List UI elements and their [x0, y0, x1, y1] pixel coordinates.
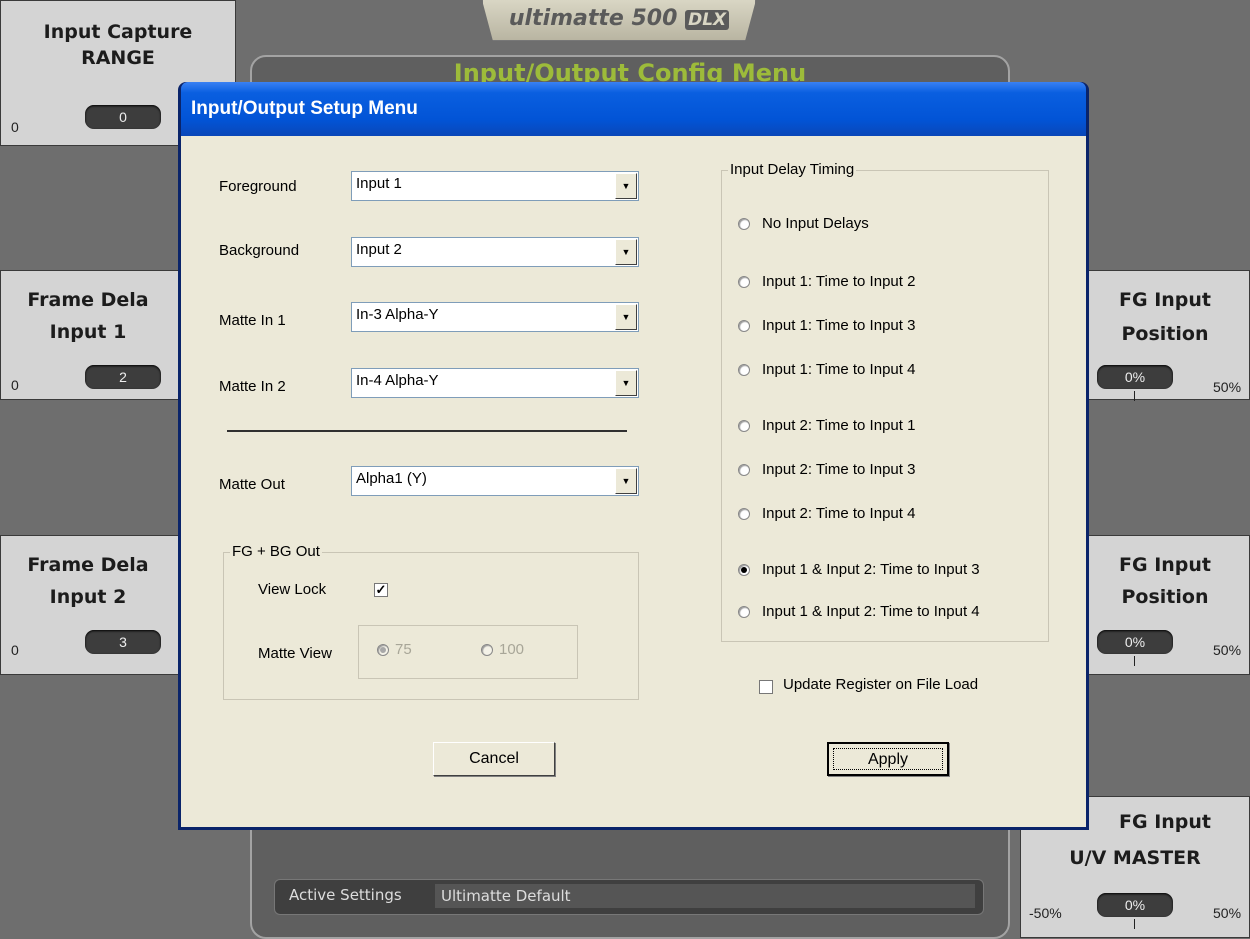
matte-in-2-label: Matte In 2: [219, 378, 286, 395]
brand-logo: ultimatte 500 DLX: [482, 0, 756, 41]
timing-option-radio[interactable]: [738, 420, 750, 432]
cancel-button[interactable]: Cancel: [433, 742, 555, 776]
timing-option-label: Input 2: Time to Input 3: [762, 461, 916, 478]
timing-option-label: Input 1: Time to Input 4: [762, 361, 916, 378]
timing-option-radio[interactable]: [738, 218, 750, 230]
foreground-value: Input 1: [356, 175, 402, 192]
active-settings-value[interactable]: Ultimatte Default: [435, 884, 975, 908]
matte-in-2-value: In-4 Alpha-Y: [356, 372, 439, 389]
position-max-label: 50%: [1213, 379, 1242, 395]
timing-option-radio[interactable]: [738, 276, 750, 288]
chevron-down-icon[interactable]: ▼: [615, 239, 637, 265]
io-setup-dialog: Input/Output Setup Menu Foreground Input…: [178, 82, 1089, 830]
apply-button-label: Apply: [833, 748, 943, 770]
matte-out-select[interactable]: Alpha1 (Y) ▼: [351, 466, 639, 496]
matte-view-100-radio[interactable]: [481, 644, 493, 656]
chevron-down-icon[interactable]: ▼: [615, 173, 637, 199]
timing-option-radio[interactable]: [738, 564, 750, 576]
delay-value-knob[interactable]: 2: [85, 365, 161, 389]
panel-subtitle: Position: [1121, 323, 1209, 345]
timing-option-label: Input 1 & Input 2: Time to Input 4: [762, 603, 980, 620]
chevron-down-icon[interactable]: ▼: [615, 370, 637, 396]
fg-bg-out-group: FG + BG Out View Lock ✓ Matte View 75 10…: [223, 543, 639, 700]
panel-title: FG Input: [1119, 811, 1211, 833]
uv-max-label: 50%: [1213, 905, 1242, 921]
panel-subtitle: RANGE: [81, 47, 155, 69]
view-lock-label: View Lock: [258, 581, 327, 598]
matte-view-75-label: 75: [395, 641, 412, 658]
foreground-label: Foreground: [219, 178, 297, 195]
uv-min-label: -50%: [1029, 905, 1062, 921]
range-min-label: 0: [11, 119, 19, 135]
foreground-select[interactable]: Input 1 ▼: [351, 171, 639, 201]
position-max-label: 50%: [1213, 642, 1242, 658]
panel-title: Input Capture: [43, 21, 193, 43]
matte-in-2-select[interactable]: In-4 Alpha-Y ▼: [351, 368, 639, 398]
timing-option-radio[interactable]: [738, 508, 750, 520]
timing-option-label: Input 1: Time to Input 2: [762, 273, 916, 290]
panel-title: FG Input: [1119, 289, 1211, 311]
timing-option-radio[interactable]: [738, 364, 750, 376]
active-settings-label: Active Settings: [289, 886, 402, 904]
matte-out-value: Alpha1 (Y): [356, 470, 427, 487]
apply-button[interactable]: Apply: [827, 742, 949, 776]
matte-view-100-label: 100: [499, 641, 525, 658]
uv-value-knob[interactable]: 0%: [1097, 893, 1173, 917]
input-delay-timing-legend: Input Delay Timing: [728, 161, 857, 178]
panel-title: FG Input: [1119, 554, 1211, 576]
matte-view-options: 75 100: [358, 625, 578, 679]
view-lock-checkbox[interactable]: ✓: [374, 583, 388, 597]
timing-option-radio[interactable]: [738, 606, 750, 618]
position-value-knob[interactable]: 0%: [1097, 630, 1173, 654]
center-tick: [1134, 656, 1135, 666]
timing-option-label: Input 1 & Input 2: Time to Input 3: [762, 561, 980, 578]
dialog-body: Foreground Input 1 ▼ Background Input 2 …: [181, 136, 1086, 827]
chevron-down-icon[interactable]: ▼: [615, 304, 637, 330]
panel-subtitle: Position: [1121, 586, 1209, 608]
matte-view-label: Matte View: [258, 645, 332, 662]
divider: [227, 430, 627, 432]
delay-min-label: 0: [11, 642, 19, 658]
update-register-label: Update Register on File Load: [783, 676, 979, 693]
timing-option-label: Input 1: Time to Input 3: [762, 317, 916, 334]
matte-in-1-label: Matte In 1: [219, 312, 286, 329]
position-value-knob[interactable]: 0%: [1097, 365, 1173, 389]
matte-view-75-radio[interactable]: [377, 644, 389, 656]
background-label: Background: [219, 242, 300, 259]
matte-in-1-select[interactable]: In-3 Alpha-Y ▼: [351, 302, 639, 332]
background-select[interactable]: Input 2 ▼: [351, 237, 639, 267]
background-value: Input 2: [356, 241, 402, 258]
timing-option-label: No Input Delays: [762, 215, 869, 232]
center-tick: [1134, 391, 1135, 401]
center-tick: [1134, 919, 1135, 929]
range-value-knob[interactable]: 0: [85, 105, 161, 129]
timing-option-label: Input 2: Time to Input 1: [762, 417, 916, 434]
matte-out-label: Matte Out: [219, 476, 285, 493]
timing-option-radio[interactable]: [738, 464, 750, 476]
dialog-titlebar[interactable]: Input/Output Setup Menu: [181, 82, 1086, 136]
brand-badge: DLX: [685, 10, 730, 30]
panel-subtitle: U/V MASTER: [1069, 847, 1201, 869]
input-delay-timing-group: Input Delay Timing No Input Delays Input …: [721, 161, 1049, 642]
brand-text: ultimatte 500: [508, 6, 678, 31]
chevron-down-icon[interactable]: ▼: [615, 468, 637, 494]
active-settings-bar: Active Settings Ultimatte Default: [274, 879, 984, 915]
timing-option-label: Input 2: Time to Input 4: [762, 505, 916, 522]
delay-value-knob[interactable]: 3: [85, 630, 161, 654]
delay-min-label: 0: [11, 377, 19, 393]
timing-option-radio[interactable]: [738, 320, 750, 332]
matte-in-1-value: In-3 Alpha-Y: [356, 306, 439, 323]
fg-bg-out-legend: FG + BG Out: [230, 543, 322, 560]
update-register-checkbox[interactable]: [759, 680, 773, 694]
